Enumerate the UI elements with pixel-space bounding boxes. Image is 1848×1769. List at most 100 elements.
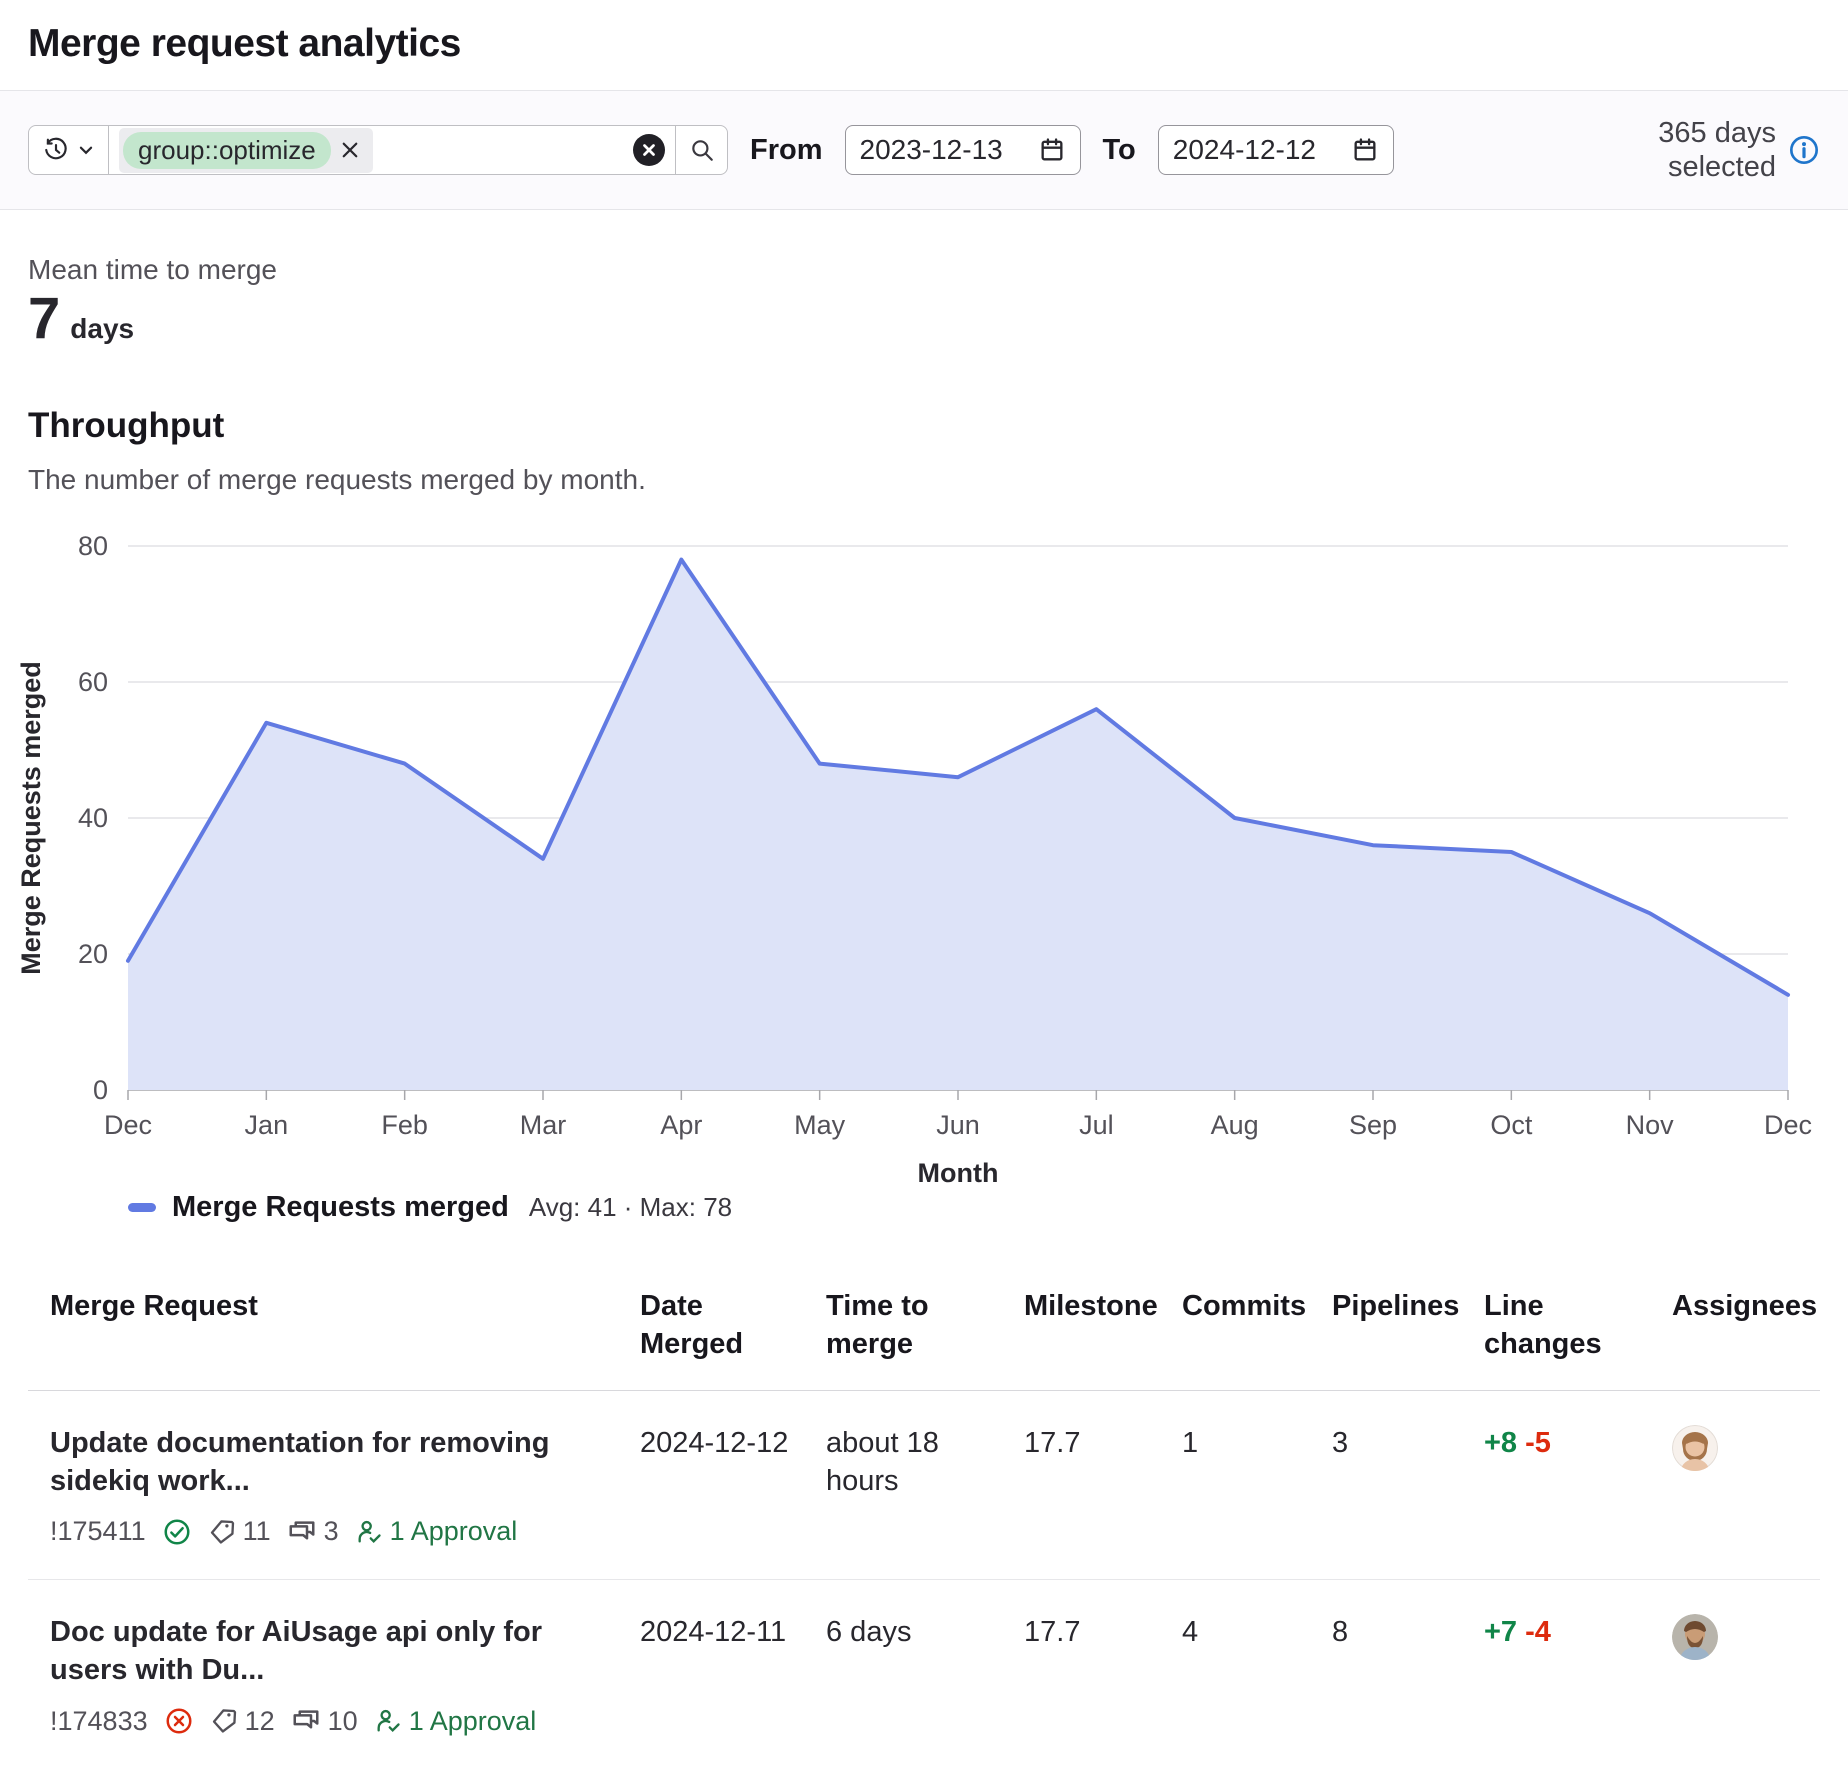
svg-text:Dec: Dec <box>104 1110 152 1140</box>
search-icon <box>689 137 715 163</box>
svg-text:60: 60 <box>78 667 108 697</box>
legend-label: Merge Requests merged <box>172 1191 509 1224</box>
avatar[interactable] <box>1672 1614 1718 1660</box>
to-date-value: 2024-12-12 <box>1173 134 1316 166</box>
cell-date-merged: 2024-12-12 <box>640 1391 826 1579</box>
to-label: To <box>1103 134 1136 167</box>
pipeline-success-icon[interactable] <box>162 1517 192 1547</box>
calendar-icon <box>1351 136 1379 164</box>
token-remove-icon[interactable] <box>331 140 369 160</box>
approvals[interactable]: 1 Approval <box>355 1514 518 1549</box>
page-header: Merge request analytics <box>0 0 1848 90</box>
svg-text:0: 0 <box>93 1075 108 1105</box>
cell-commits: 4 <box>1182 1580 1332 1768</box>
labels-count[interactable]: 12 <box>210 1704 275 1739</box>
legend-swatch <box>128 1203 156 1212</box>
svg-text:Merge Requests merged: Merge Requests merged <box>16 662 46 976</box>
days-selected-text: 365 days selected <box>1644 116 1776 184</box>
cell-milestone[interactable]: 17.7 <box>1024 1391 1182 1579</box>
cell-milestone[interactable]: 17.7 <box>1024 1580 1182 1768</box>
col-header-milestone: Milestone <box>1024 1268 1182 1389</box>
table-row: Doc update for AiUsage api only for user… <box>28 1580 1820 1768</box>
cell-assignees <box>1672 1391 1820 1579</box>
merge-request-table: Merge Request Date Merged Time to merge … <box>0 1268 1848 1768</box>
mr-title-link[interactable]: Doc update for AiUsage api only for user… <box>50 1614 622 1689</box>
col-header-time-to-merge: Time to merge <box>826 1268 1024 1389</box>
from-label: From <box>750 134 823 167</box>
label-icon <box>208 1518 236 1546</box>
pipeline-failed-icon[interactable] <box>164 1706 194 1736</box>
cell-line-changes: +7-4 <box>1484 1580 1672 1768</box>
approvals[interactable]: 1 Approval <box>374 1704 537 1739</box>
mr-title-link[interactable]: Update documentation for removing sideki… <box>50 1425 622 1500</box>
label-icon <box>210 1707 238 1735</box>
legend-stats: Avg: 41 · Max: 78 <box>529 1192 732 1223</box>
chevron-down-icon <box>77 141 95 159</box>
comments-count[interactable]: 3 <box>287 1514 339 1549</box>
comments-count-value: 10 <box>328 1704 358 1739</box>
svg-text:Nov: Nov <box>1626 1110 1675 1140</box>
svg-text:Month: Month <box>918 1158 999 1184</box>
area-chart[interactable]: 020406080DecJanFebMarAprMayJunJulAugSepO… <box>0 504 1848 1184</box>
throughput-description: The number of merge requests merged by m… <box>28 464 1820 496</box>
deletions: -4 <box>1525 1616 1551 1648</box>
clear-icon <box>640 141 658 159</box>
filter-token-value: group::optimize <box>123 132 331 169</box>
labels-count-value: 12 <box>245 1704 275 1739</box>
table-row: Update documentation for removing sideki… <box>28 1391 1820 1580</box>
filtered-search: group::optimize <box>28 125 728 175</box>
comments-icon <box>291 1706 321 1736</box>
mr-id[interactable]: !174833 <box>50 1704 148 1739</box>
mean-time-label: Mean time to merge <box>28 254 1820 286</box>
cell-pipelines: 8 <box>1332 1580 1484 1768</box>
col-header-assignees: Assignees <box>1672 1268 1835 1389</box>
page-title: Merge request analytics <box>28 22 1820 66</box>
mean-time-to-merge: Mean time to merge 7 days <box>0 210 1848 348</box>
svg-text:Jul: Jul <box>1079 1110 1114 1140</box>
approvals-value: 1 Approval <box>409 1704 537 1739</box>
cell-line-changes: +8-5 <box>1484 1391 1672 1579</box>
col-header-line-changes: Line changes <box>1484 1268 1672 1389</box>
svg-text:40: 40 <box>78 803 108 833</box>
col-header-date-merged: Date Merged <box>640 1268 826 1389</box>
mean-time-value: 7 <box>28 290 60 348</box>
cell-assignees <box>1672 1580 1820 1768</box>
approval-icon <box>355 1518 383 1546</box>
svg-text:Dec: Dec <box>1764 1110 1812 1140</box>
labels-count[interactable]: 11 <box>208 1514 271 1549</box>
svg-text:Oct: Oct <box>1490 1110 1533 1140</box>
calendar-icon <box>1038 136 1066 164</box>
avatar[interactable] <box>1672 1425 1718 1471</box>
col-header-pipelines: Pipelines <box>1332 1268 1484 1389</box>
svg-text:Aug: Aug <box>1211 1110 1259 1140</box>
labels-count-value: 11 <box>243 1514 271 1549</box>
mean-time-unit: days <box>70 313 134 345</box>
throughput-section: Throughput The number of merge requests … <box>0 348 1848 496</box>
clear-search-button[interactable] <box>633 134 665 166</box>
col-header-commits: Commits <box>1182 1268 1332 1389</box>
svg-text:Jan: Jan <box>245 1110 289 1140</box>
search-input[interactable]: group::optimize <box>109 126 675 174</box>
approval-icon <box>374 1707 402 1735</box>
history-icon <box>43 137 69 163</box>
additions: +7 <box>1484 1616 1517 1648</box>
to-date-input[interactable]: 2024-12-12 <box>1158 125 1394 175</box>
search-history-button[interactable] <box>29 126 109 174</box>
cell-commits: 1 <box>1182 1391 1332 1579</box>
from-date-input[interactable]: 2023-12-13 <box>845 125 1081 175</box>
mr-id[interactable]: !175411 <box>50 1514 146 1549</box>
comments-count[interactable]: 10 <box>291 1704 358 1739</box>
throughput-heading: Throughput <box>28 406 1820 446</box>
svg-text:May: May <box>794 1110 846 1140</box>
from-date-value: 2023-12-13 <box>860 134 1003 166</box>
search-submit-button[interactable] <box>675 126 727 174</box>
chart-legend[interactable]: Merge Requests merged Avg: 41 · Max: 78 <box>128 1191 1848 1224</box>
days-selected: 365 days selected <box>1644 116 1820 184</box>
cell-date-merged: 2024-12-11 <box>640 1580 826 1768</box>
info-icon[interactable] <box>1788 134 1820 166</box>
throughput-chart: 020406080DecJanFebMarAprMayJunJulAugSepO… <box>0 504 1848 1224</box>
comments-count-value: 3 <box>324 1514 339 1549</box>
col-header-merge-request: Merge Request <box>28 1268 640 1389</box>
svg-text:Feb: Feb <box>381 1110 428 1140</box>
cell-pipelines: 3 <box>1332 1391 1484 1579</box>
